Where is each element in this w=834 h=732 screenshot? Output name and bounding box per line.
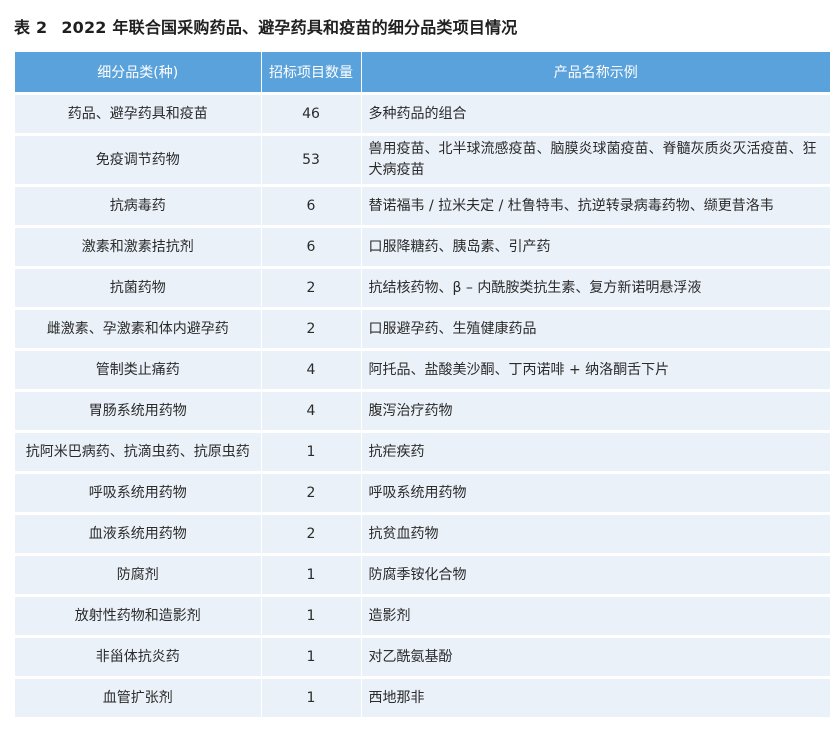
table-caption: 表 2 2022 年联合国采购药品、避孕药具和疫苗的细分品类项目情况 bbox=[14, 14, 517, 38]
count-cell: 4 bbox=[261, 348, 362, 391]
examples-cell: 呼吸系统用药物 bbox=[361, 471, 830, 514]
category-cell: 抗病毒药 bbox=[15, 184, 262, 227]
table-row: 药品、避孕药具和疫苗 46 多种药品的组合 bbox=[15, 92, 830, 135]
examples-cell: 口服避孕药、生殖健康药品 bbox=[361, 307, 830, 350]
table-row: 激素和激素拮抗剂 6 口服降糖药、胰岛素、引产药 bbox=[15, 225, 830, 268]
examples-cell: 防腐季铵化合物 bbox=[361, 553, 830, 596]
table-row: 免疫调节药物 53 兽用疫苗、北半球流感疫苗、脑膜炎球菌疫苗、脊髓灰质炎灭活疫苗、狂… bbox=[15, 133, 830, 186]
table-row: 胃肠系统用药物 4 腹泻治疗药物 bbox=[15, 389, 830, 432]
count-cell: 6 bbox=[261, 184, 362, 227]
header-count: 招标项目数量 bbox=[261, 52, 362, 94]
table-row: 防腐剂 1 防腐季铵化合物 bbox=[15, 553, 830, 596]
table-row: 抗菌药物 2 抗结核药物、β – 内酰胺类抗生素、复方新诺明悬浮液 bbox=[15, 266, 830, 309]
examples-cell: 替诺福韦 / 拉米夫定 / 杜鲁特韦、抗逆转录病毒药物、缬更昔洛韦 bbox=[361, 184, 830, 227]
examples-cell: 抗贫血药物 bbox=[361, 512, 830, 555]
count-cell: 1 bbox=[261, 676, 362, 717]
header-category: 细分品类(种) bbox=[15, 52, 262, 94]
count-cell: 53 bbox=[261, 133, 362, 186]
header-row: 细分品类(种) 招标项目数量 产品名称示例 bbox=[15, 52, 830, 94]
category-cell: 管制类止痛药 bbox=[15, 348, 262, 391]
table-header: 细分品类(种) 招标项目数量 产品名称示例 bbox=[15, 52, 830, 94]
category-cell: 血管扩张剂 bbox=[15, 676, 262, 717]
category-cell: 放射性药物和造影剂 bbox=[15, 594, 262, 637]
examples-cell: 抗结核药物、β – 内酰胺类抗生素、复方新诺明悬浮液 bbox=[361, 266, 830, 309]
count-cell: 1 bbox=[261, 635, 362, 678]
header-examples: 产品名称示例 bbox=[361, 52, 830, 94]
table-row: 抗阿米巴病药、抗滴虫药、抗原虫药 1 抗疟疾药 bbox=[15, 430, 830, 473]
table-row: 放射性药物和造影剂 1 造影剂 bbox=[15, 594, 830, 637]
count-cell: 4 bbox=[261, 389, 362, 432]
count-cell: 2 bbox=[261, 266, 362, 309]
table-row: 呼吸系统用药物 2 呼吸系统用药物 bbox=[15, 471, 830, 514]
examples-cell: 造影剂 bbox=[361, 594, 830, 637]
category-cell: 防腐剂 bbox=[15, 553, 262, 596]
count-cell: 1 bbox=[261, 594, 362, 637]
count-cell: 6 bbox=[261, 225, 362, 268]
examples-cell: 兽用疫苗、北半球流感疫苗、脑膜炎球菌疫苗、脊髓灰质炎灭活疫苗、狂犬病疫苗 bbox=[361, 133, 830, 186]
table-row: 非甾体抗炎药 1 对乙酰氨基酚 bbox=[15, 635, 830, 678]
category-cell: 血液系统用药物 bbox=[15, 512, 262, 555]
count-cell: 2 bbox=[261, 512, 362, 555]
procurement-table: 细分品类(种) 招标项目数量 产品名称示例 药品、避孕药具和疫苗 46 多种药品的组… bbox=[15, 52, 830, 717]
table-body: 药品、避孕药具和疫苗 46 多种药品的组合 免疫调节药物 53 兽用疫苗、北半球流感疫苗、… bbox=[15, 92, 830, 717]
table-row: 抗病毒药 6 替诺福韦 / 拉米夫定 / 杜鲁特韦、抗逆转录病毒药物、缬更昔洛韦 bbox=[15, 184, 830, 227]
category-cell: 呼吸系统用药物 bbox=[15, 471, 262, 514]
examples-cell: 抗疟疾药 bbox=[361, 430, 830, 473]
category-cell: 胃肠系统用药物 bbox=[15, 389, 262, 432]
examples-cell: 阿托品、盐酸美沙酮、丁丙诺啡 + 纳洛酮舌下片 bbox=[361, 348, 830, 391]
count-cell: 2 bbox=[261, 307, 362, 350]
table-number: 表 2 bbox=[14, 18, 48, 37]
examples-cell: 多种药品的组合 bbox=[361, 92, 830, 135]
category-cell: 非甾体抗炎药 bbox=[15, 635, 262, 678]
table-title: 2022 年联合国采购药品、避孕药具和疫苗的细分品类项目情况 bbox=[61, 18, 518, 37]
table-row: 血液系统用药物 2 抗贫血药物 bbox=[15, 512, 830, 555]
examples-cell: 对乙酰氨基酚 bbox=[361, 635, 830, 678]
count-cell: 1 bbox=[261, 430, 362, 473]
table-row: 血管扩张剂 1 西地那非 bbox=[15, 676, 830, 717]
table-row: 雌激素、孕激素和体内避孕药 2 口服避孕药、生殖健康药品 bbox=[15, 307, 830, 350]
count-cell: 46 bbox=[261, 92, 362, 135]
count-cell: 1 bbox=[261, 553, 362, 596]
category-cell: 免疫调节药物 bbox=[15, 133, 262, 186]
category-cell: 雌激素、孕激素和体内避孕药 bbox=[15, 307, 262, 350]
category-cell: 抗阿米巴病药、抗滴虫药、抗原虫药 bbox=[15, 430, 262, 473]
examples-cell: 西地那非 bbox=[361, 676, 830, 717]
category-cell: 药品、避孕药具和疫苗 bbox=[15, 92, 262, 135]
category-cell: 抗菌药物 bbox=[15, 266, 262, 309]
examples-cell: 口服降糖药、胰岛素、引产药 bbox=[361, 225, 830, 268]
count-cell: 2 bbox=[261, 471, 362, 514]
table-row: 管制类止痛药 4 阿托品、盐酸美沙酮、丁丙诺啡 + 纳洛酮舌下片 bbox=[15, 348, 830, 391]
examples-cell: 腹泻治疗药物 bbox=[361, 389, 830, 432]
category-cell: 激素和激素拮抗剂 bbox=[15, 225, 262, 268]
